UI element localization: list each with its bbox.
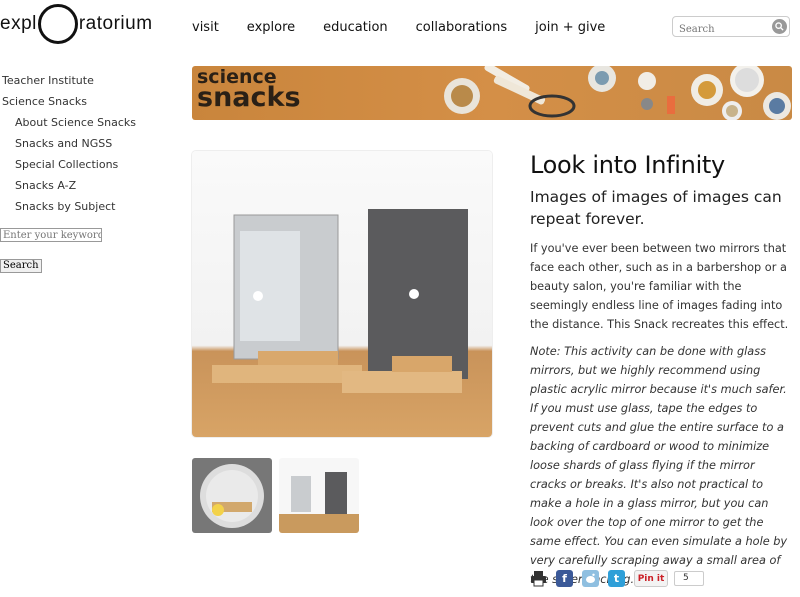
article-intro: If you've ever been between two mirrors … (530, 242, 789, 331)
twitter-icon[interactable]: t (608, 570, 625, 587)
print-icon[interactable] (530, 570, 547, 587)
nav-join-give[interactable]: join + give (535, 20, 605, 35)
thumbnail-infinity-image (200, 464, 264, 528)
nav-education[interactable]: education (323, 20, 388, 35)
search-icon[interactable] (772, 19, 787, 34)
thumbnail-mirrors[interactable] (279, 458, 359, 533)
main-photo-two-mirrors[interactable] (192, 151, 492, 437)
article-subtitle: Images of images of images can repeat fo… (530, 188, 782, 228)
share-bar: f t Pin it 5 (530, 570, 704, 587)
page-title: Look into Infinity (530, 151, 725, 179)
science-snacks-banner: science snacks (192, 66, 792, 120)
logo-text-left: expl (0, 13, 37, 34)
reddit-icon[interactable] (582, 570, 599, 587)
thumbnail-infinity-view[interactable] (192, 458, 272, 533)
sidebar: Teacher Institute Science Snacks About S… (2, 70, 136, 217)
header-search (672, 16, 790, 37)
sidebar-item-teacher-institute[interactable]: Teacher Institute (2, 70, 136, 91)
logo-circle-icon (37, 4, 78, 44)
pin-it-button[interactable]: Pin it (634, 570, 668, 587)
article-note: Note: This activity can be done with gla… (530, 345, 788, 586)
sidebar-item-science-snacks[interactable]: Science Snacks (2, 91, 136, 112)
exploratorium-logo[interactable]: expl ratorium (0, 0, 153, 48)
banner-supplies-image (444, 66, 791, 120)
sidebar-item-snacks-a-z[interactable]: Snacks A-Z (2, 175, 136, 196)
pin-count: 5 (674, 571, 704, 586)
logo-text-right: ratorium (78, 13, 153, 34)
sidebar-item-snacks-and-ngss[interactable]: Snacks and NGSS (2, 133, 136, 154)
nav-collaborations[interactable]: collaborations (416, 20, 507, 35)
header-search-input[interactable] (679, 24, 769, 35)
nav-visit[interactable]: visit (192, 20, 219, 35)
keyword-search-input[interactable] (0, 228, 102, 242)
sidebar-item-snacks-by-subject[interactable]: Snacks by Subject (2, 196, 136, 217)
nav-explore[interactable]: explore (247, 20, 295, 35)
mirror-illustration (212, 209, 468, 393)
main-nav: visit explore education collaborations j… (192, 20, 633, 35)
thumbnail-mirrors-image (279, 472, 359, 533)
keyword-search-button[interactable]: Search (0, 259, 42, 273)
facebook-icon[interactable]: f (556, 570, 573, 587)
article: Look into Infinity Images of images of i… (530, 150, 792, 589)
sidebar-item-special-collections[interactable]: Special Collections (2, 154, 136, 175)
sidebar-item-about-science-snacks[interactable]: About Science Snacks (2, 112, 136, 133)
